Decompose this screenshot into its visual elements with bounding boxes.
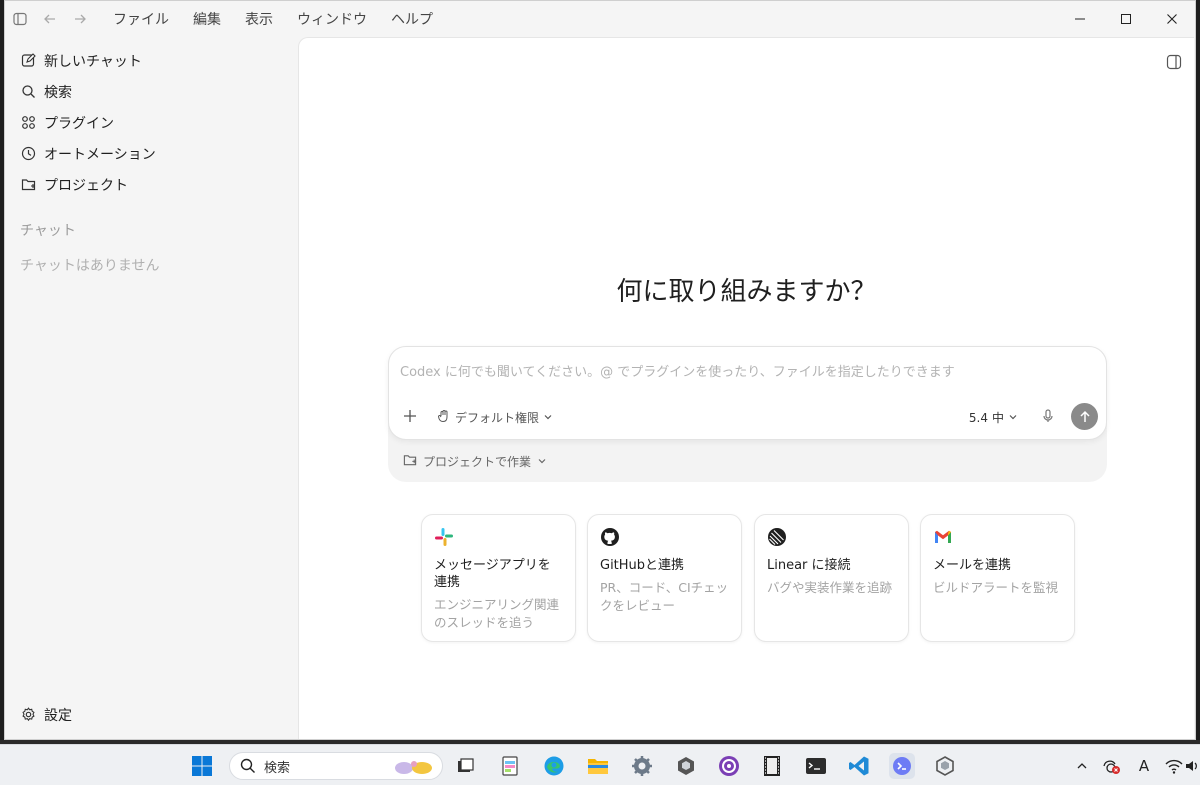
menu-edit[interactable]: 編集 (193, 9, 221, 29)
github-desktop-icon[interactable] (716, 753, 742, 779)
linear-icon (767, 527, 787, 547)
back-arrow-icon[interactable] (41, 10, 59, 28)
title-bar: ファイル 編集 表示 ウィンドウ ヘルプ (5, 1, 1195, 37)
panel-toggle-icon[interactable] (1166, 54, 1182, 70)
sidebar-item-plugins[interactable]: プラグイン (5, 107, 298, 138)
forward-arrow-icon[interactable] (71, 10, 89, 28)
permission-label: デフォルト権限 (455, 411, 540, 425)
maximize-button[interactable] (1103, 1, 1149, 37)
sidebar-item-search[interactable]: 検索 (5, 76, 298, 107)
card-title: Linear に接続 (767, 558, 851, 573)
sidebar-item-label: 検索 (44, 84, 72, 101)
sidebar: 新しいチャット 検索 プラグイン オートメーション プロジェクト チャット チャ… (5, 37, 298, 739)
menu-bar: ファイル 編集 表示 ウィンドウ ヘルプ (113, 9, 433, 29)
chevron-down-icon (537, 455, 547, 469)
card-title: メールを連携 (933, 558, 1012, 573)
permission-dropdown[interactable]: デフォルト権限 (437, 409, 553, 426)
sidebar-item-label: 新しいチャット (44, 53, 142, 70)
effort-label: 中 (991, 411, 1004, 425)
folder-icon (403, 453, 417, 470)
gear-icon (20, 707, 36, 723)
hand-icon (437, 409, 451, 426)
notepad-app-icon[interactable] (497, 753, 523, 779)
card-subtitle: エンジニアリング関連のスレッドを追う (434, 597, 560, 630)
sidebar-toggle-icon[interactable] (11, 10, 29, 28)
unity-hub-icon[interactable] (932, 753, 958, 779)
add-attachment-button[interactable] (401, 407, 419, 425)
tray-overflow-chevron-icon[interactable] (1071, 755, 1093, 777)
volume-icon[interactable] (1185, 755, 1199, 777)
settings-label: 設定 (44, 707, 72, 724)
project-work-label: プロジェクトで作業 (423, 455, 532, 469)
chats-empty-text: チャットはありません (20, 258, 160, 274)
windows-start-icon[interactable] (191, 755, 213, 777)
file-explorer-icon[interactable] (585, 753, 611, 779)
slack-icon (434, 527, 454, 547)
card-connect-messaging[interactable]: メッセージアプリを連携 エンジニアリング関連のスレッドを追う (421, 514, 576, 642)
taskbar-search-label: 検索 (264, 760, 291, 776)
sidebar-item-new-chat[interactable]: 新しいチャット (5, 45, 298, 76)
project-work-dropdown[interactable]: プロジェクトで作業 (403, 453, 547, 470)
sidebar-item-label: プロジェクト (44, 177, 128, 194)
composer-container: Codex に何でも聞いてください。@ でプラグインを使ったり、ファイルを指定し… (388, 346, 1107, 482)
ime-indicator[interactable]: A (1133, 755, 1155, 777)
prompt-input[interactable]: Codex に何でも聞いてください。@ でプラグインを使ったり、ファイルを指定し… (400, 361, 955, 380)
search-icon (240, 758, 256, 774)
main-panel: 何に取り組みますか？ Codex に何でも聞いてください。@ でプラグインを使っ… (298, 37, 1194, 739)
composer: Codex に何でも聞いてください。@ でプラグインを使ったり、ファイルを指定し… (388, 346, 1107, 440)
send-button[interactable] (1071, 403, 1098, 430)
video-editor-icon[interactable] (759, 753, 785, 779)
plugins-icon (20, 115, 36, 131)
network-status-icon[interactable] (1101, 755, 1123, 777)
model-dropdown[interactable]: 5.4 中 (969, 409, 1018, 426)
suggestion-cards: メッセージアプリを連携 エンジニアリング関連のスレッドを追う GitHubと連携… (421, 514, 1076, 642)
gmail-icon (933, 527, 953, 547)
chevron-down-icon (543, 411, 553, 425)
menu-help[interactable]: ヘルプ (391, 9, 433, 29)
card-title: GitHubと連携 (600, 558, 685, 573)
taskbar: 検索 A (0, 744, 1200, 785)
app-window: ファイル 編集 表示 ウィンドウ ヘルプ 新しいチャット 検索 プラグイン オー… (4, 0, 1196, 740)
codex-app-icon[interactable] (889, 753, 915, 779)
settings-button[interactable]: 設定 (5, 699, 72, 730)
settings-app-icon[interactable] (629, 753, 655, 779)
card-connect-linear[interactable]: Linear に接続 バグや実装作業を追跡 (754, 514, 909, 642)
page-title: 何に取り組みますか？ (616, 277, 877, 307)
github-icon (600, 527, 620, 547)
card-subtitle: ビルドアラートを監視 (933, 580, 1059, 595)
clock-icon (20, 146, 36, 162)
sidebar-item-label: オートメーション (44, 146, 156, 163)
chevron-down-icon (1008, 411, 1018, 425)
wifi-icon[interactable] (1163, 755, 1185, 777)
card-connect-github[interactable]: GitHubと連携 PR、コード、CIチェックをレビュー (587, 514, 742, 642)
minimize-button[interactable] (1057, 1, 1103, 37)
model-label: 5.4 (968, 410, 988, 425)
card-connect-email[interactable]: メールを連携 ビルドアラートを監視 (920, 514, 1075, 642)
card-title: メッセージアプリを連携 (434, 558, 551, 590)
unity-app-icon[interactable] (673, 753, 699, 779)
terminal-icon[interactable] (803, 753, 829, 779)
card-subtitle: PR、コード、CIチェックをレビュー (600, 580, 729, 613)
edge-browser-icon[interactable] (541, 753, 567, 779)
microphone-button[interactable] (1040, 408, 1056, 424)
arrow-up-icon (1079, 410, 1090, 422)
taskbar-search-input[interactable]: 検索 (229, 752, 443, 780)
sidebar-item-projects[interactable]: プロジェクト (5, 169, 298, 200)
sidebar-item-automation[interactable]: オートメーション (5, 138, 298, 169)
search-icon (20, 84, 36, 100)
close-button[interactable] (1149, 1, 1195, 37)
menu-view[interactable]: 表示 (245, 9, 273, 29)
chats-section-label: チャット (20, 223, 76, 239)
menu-window[interactable]: ウィンドウ (297, 9, 367, 29)
folder-icon (20, 177, 36, 193)
vscode-icon[interactable] (846, 753, 872, 779)
new-chat-icon (20, 53, 36, 69)
task-view-icon[interactable] (452, 753, 478, 779)
menu-file[interactable]: ファイル (113, 9, 169, 29)
sidebar-item-label: プラグイン (44, 115, 114, 132)
card-subtitle: バグや実装作業を追跡 (767, 580, 893, 595)
search-highlight-icon (390, 758, 436, 776)
